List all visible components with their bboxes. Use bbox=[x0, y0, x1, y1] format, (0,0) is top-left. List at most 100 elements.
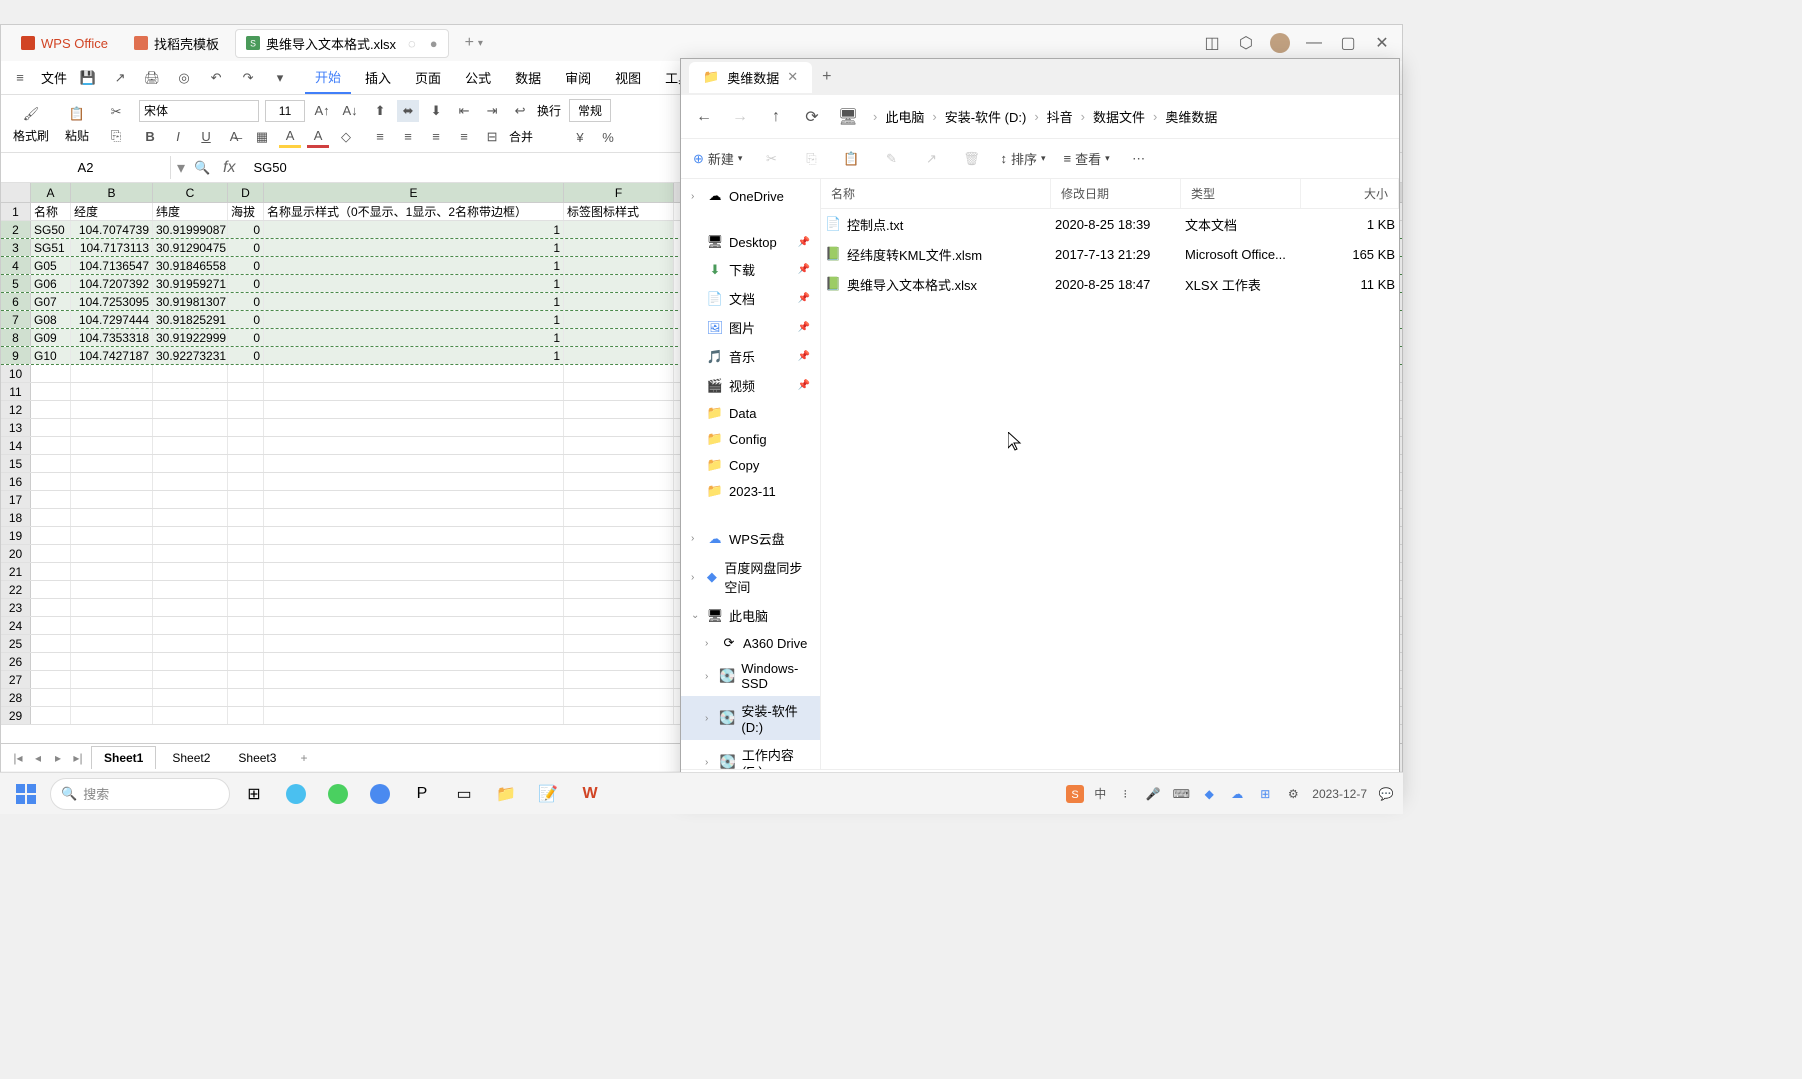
up-button[interactable]: ↑ bbox=[765, 106, 787, 128]
font-size-select[interactable] bbox=[265, 100, 305, 122]
cell[interactable]: 1 bbox=[264, 347, 564, 364]
cell[interactable] bbox=[228, 617, 264, 634]
cell[interactable] bbox=[264, 617, 564, 634]
cell[interactable] bbox=[71, 707, 153, 724]
tray-cloud-icon[interactable]: ☁ bbox=[1228, 785, 1246, 803]
cell[interactable] bbox=[153, 707, 228, 724]
more-icon[interactable]: ⋯ bbox=[1128, 148, 1150, 170]
currency-icon[interactable]: ¥ bbox=[569, 126, 591, 148]
align-right-icon[interactable]: ≡ bbox=[425, 126, 447, 148]
sidebar-2023-11[interactable]: 📁2023-11 bbox=[681, 478, 820, 504]
row-header[interactable]: 14 bbox=[1, 437, 31, 454]
cell[interactable] bbox=[71, 491, 153, 508]
file-row[interactable]: 📗经纬度转KML文件.xlsm 2017-7-13 21:29 Microsof… bbox=[821, 239, 1399, 269]
sheet-tab-2[interactable]: Sheet2 bbox=[160, 747, 222, 769]
cell[interactable]: 30.91959271 bbox=[153, 275, 228, 292]
cell[interactable] bbox=[31, 635, 71, 652]
underline-icon[interactable]: U bbox=[195, 126, 217, 148]
cell[interactable] bbox=[264, 455, 564, 472]
cell[interactable] bbox=[264, 509, 564, 526]
cell[interactable] bbox=[264, 563, 564, 580]
close-button[interactable]: ✕ bbox=[1372, 33, 1392, 53]
tray-gear-icon[interactable]: ⚙ bbox=[1284, 785, 1302, 803]
redo-icon[interactable]: ↷ bbox=[237, 67, 259, 89]
cell[interactable] bbox=[31, 617, 71, 634]
row-header[interactable]: 4 bbox=[1, 257, 31, 274]
copy-icon[interactable]: ⎘ bbox=[800, 148, 822, 170]
delete-icon[interactable]: 🗑 bbox=[960, 148, 982, 170]
menu-data[interactable]: 数据 bbox=[505, 62, 551, 93]
cell[interactable] bbox=[153, 455, 228, 472]
cell[interactable]: 30.91999087 bbox=[153, 221, 228, 238]
cell[interactable] bbox=[564, 239, 674, 256]
number-format-select[interactable]: 常规 bbox=[569, 99, 611, 122]
row-header[interactable]: 28 bbox=[1, 689, 31, 706]
format-brush-icon[interactable]: 🖌 bbox=[20, 103, 42, 125]
row-header[interactable]: 25 bbox=[1, 635, 31, 652]
tray-mic-icon[interactable]: 🎤 bbox=[1144, 785, 1162, 803]
print-icon[interactable]: 🖨 bbox=[141, 67, 163, 89]
column-header-c[interactable]: C bbox=[153, 183, 228, 202]
cell[interactable] bbox=[228, 383, 264, 400]
italic-icon[interactable]: I bbox=[167, 126, 189, 148]
start-button[interactable] bbox=[8, 776, 44, 812]
sheet-first-icon[interactable]: |◂ bbox=[9, 751, 27, 765]
row-header[interactable]: 11 bbox=[1, 383, 31, 400]
cell[interactable]: 104.7207392 bbox=[71, 275, 153, 292]
cell[interactable] bbox=[153, 563, 228, 580]
cell[interactable] bbox=[228, 419, 264, 436]
cell[interactable]: G09 bbox=[31, 329, 71, 346]
cell[interactable] bbox=[564, 545, 674, 562]
sidebar-desktop[interactable]: 🖥Desktop📌 bbox=[681, 229, 820, 255]
cell[interactable]: 1 bbox=[264, 293, 564, 310]
cell[interactable] bbox=[228, 527, 264, 544]
cell[interactable] bbox=[153, 383, 228, 400]
crumb-data-files[interactable]: 数据文件 bbox=[1089, 105, 1149, 128]
align-middle-icon[interactable]: ⬌ bbox=[397, 100, 419, 122]
grow-font-icon[interactable]: A↑ bbox=[311, 100, 333, 122]
row-header[interactable]: 8 bbox=[1, 329, 31, 346]
row-header[interactable]: 22 bbox=[1, 581, 31, 598]
sidebar-wps-cloud[interactable]: ›☁WPS云盘 bbox=[681, 524, 820, 553]
new-tab-dropdown[interactable]: ▾ bbox=[478, 38, 483, 49]
menu-page[interactable]: 页面 bbox=[405, 62, 451, 93]
taskbar-date[interactable]: 2023-12-7 bbox=[1312, 787, 1367, 801]
cell[interactable]: 经度 bbox=[71, 203, 153, 220]
cell[interactable]: 0 bbox=[228, 257, 264, 274]
save-icon[interactable]: 💾 bbox=[77, 67, 99, 89]
row-header[interactable]: 1 bbox=[1, 203, 31, 220]
cell[interactable]: 0 bbox=[228, 239, 264, 256]
new-tab-button[interactable]: + bbox=[465, 34, 474, 52]
taskbar-app-3[interactable] bbox=[362, 776, 398, 812]
cell[interactable]: 30.91981307 bbox=[153, 293, 228, 310]
cell[interactable] bbox=[31, 671, 71, 688]
crumb-drive-d[interactable]: 安装-软件 (D:) bbox=[941, 105, 1031, 128]
align-top-icon[interactable]: ⬆ bbox=[369, 100, 391, 122]
cell[interactable] bbox=[264, 383, 564, 400]
cube-icon[interactable]: ⬡ bbox=[1236, 33, 1256, 53]
cell[interactable] bbox=[31, 383, 71, 400]
cell[interactable]: G08 bbox=[31, 311, 71, 328]
file-row[interactable]: 📄控制点.txt 2020-8-25 18:39 文本文档 1 KB bbox=[821, 209, 1399, 239]
cell[interactable] bbox=[228, 689, 264, 706]
cell[interactable] bbox=[228, 455, 264, 472]
back-button[interactable]: ← bbox=[693, 106, 715, 128]
cell[interactable] bbox=[153, 419, 228, 436]
cell[interactable]: 1 bbox=[264, 221, 564, 238]
header-name[interactable]: 名称 bbox=[821, 179, 1051, 208]
row-header[interactable]: 9 bbox=[1, 347, 31, 364]
crumb-douyin[interactable]: 抖音 bbox=[1043, 105, 1077, 128]
cell[interactable] bbox=[264, 473, 564, 490]
cell[interactable] bbox=[228, 509, 264, 526]
taskbar-app-4[interactable]: P bbox=[404, 776, 440, 812]
taskbar-explorer[interactable]: 📁 bbox=[488, 776, 524, 812]
cell[interactable] bbox=[228, 581, 264, 598]
cell[interactable] bbox=[564, 689, 674, 706]
cell[interactable] bbox=[31, 707, 71, 724]
file-tab-close[interactable]: ● bbox=[430, 36, 438, 51]
row-header[interactable]: 23 bbox=[1, 599, 31, 616]
sidebar-install-d[interactable]: ›💽安装-软件 (D:) bbox=[681, 696, 820, 740]
cell[interactable] bbox=[264, 545, 564, 562]
row-header[interactable]: 29 bbox=[1, 707, 31, 724]
explorer-tab[interactable]: 📁 奥维数据 ✕ bbox=[689, 62, 812, 93]
